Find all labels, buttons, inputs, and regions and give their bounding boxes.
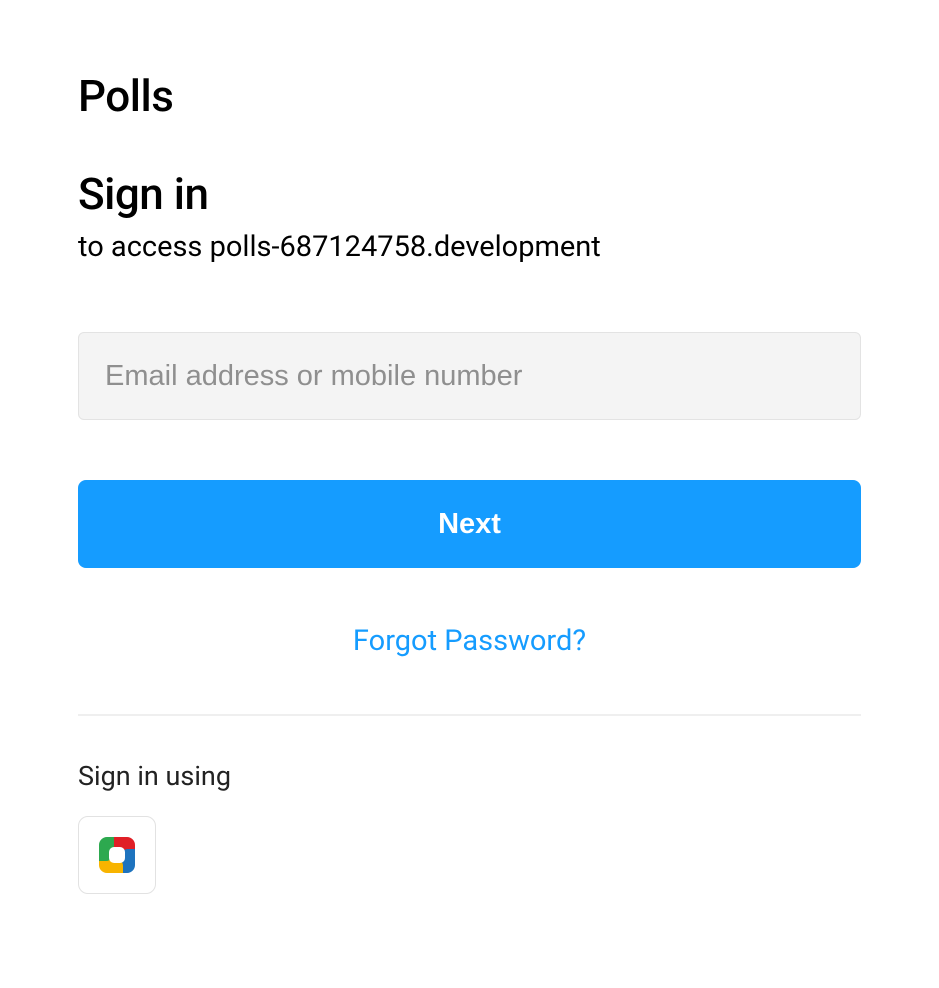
sso-zoho-button[interactable] bbox=[78, 816, 156, 894]
forgot-password-link[interactable]: Forgot Password? bbox=[353, 624, 586, 658]
app-title: Polls bbox=[78, 70, 861, 122]
divider bbox=[78, 714, 861, 716]
next-button[interactable]: Next bbox=[78, 480, 861, 568]
sso-provider-row bbox=[78, 816, 861, 894]
email-input[interactable] bbox=[78, 332, 861, 420]
signin-using-label: Sign in using bbox=[78, 760, 861, 792]
signin-heading: Sign in bbox=[78, 168, 861, 220]
signin-subtext: to access polls-687124758.development bbox=[78, 230, 861, 264]
zoho-icon bbox=[95, 833, 139, 877]
